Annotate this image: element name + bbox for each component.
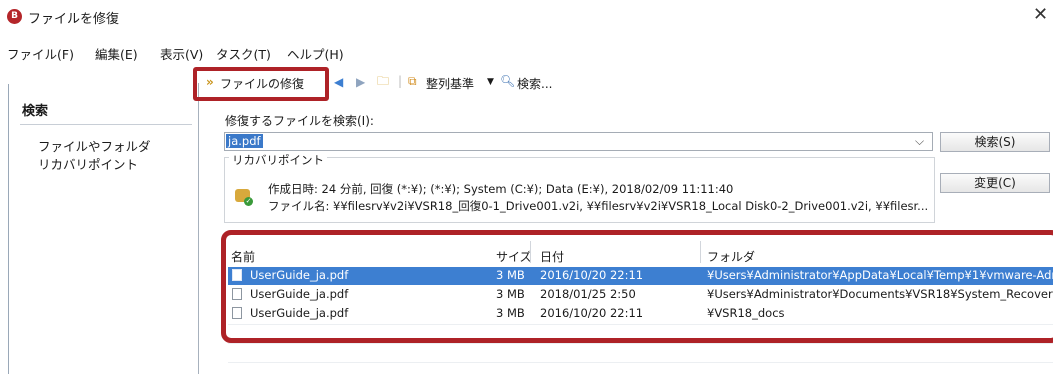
file-icon xyxy=(232,269,242,281)
table-row[interactable]: UserGuide_ja.pdf 3 MB 2016/10/20 22:11 ¥… xyxy=(228,305,1053,323)
menu-view[interactable]: 表示(V) xyxy=(160,44,203,63)
row-size: 3 MB xyxy=(496,287,525,301)
search-input[interactable] xyxy=(224,132,933,151)
menu-help[interactable]: ヘルプ(H) xyxy=(287,44,344,63)
column-header-date[interactable]: 日付 xyxy=(540,248,564,265)
row-date: 2018/01/25 2:50 xyxy=(540,287,636,301)
search-icon: 🔍︎ xyxy=(500,74,516,88)
row-size: 3 MB xyxy=(496,268,525,282)
row-folder: ¥Users¥Administrator¥Documents¥VSR18¥Sys… xyxy=(707,287,1053,301)
change-button[interactable]: 変更(C) xyxy=(940,173,1050,193)
row-divider xyxy=(228,362,1053,363)
table-row[interactable]: UserGuide_ja.pdf 3 MB 2016/10/20 22:11 ¥… xyxy=(228,267,1053,285)
row-size: 3 MB xyxy=(496,306,525,320)
sort-icon: ⧉ xyxy=(408,74,417,88)
chevron-down-icon[interactable]: ⌵ xyxy=(915,134,924,149)
row-divider xyxy=(228,324,1053,325)
title-bar xyxy=(0,0,1053,32)
row-folder: ¥VSR18_docs xyxy=(707,306,785,320)
table-row[interactable]: UserGuide_ja.pdf 3 MB 2018/01/25 2:50 ¥U… xyxy=(228,286,1053,304)
menu-file[interactable]: ファイル(F) xyxy=(7,44,74,63)
row-divider xyxy=(228,343,1053,344)
window-title: ファイルを修復 xyxy=(28,12,120,27)
row-date: 2016/10/20 22:11 xyxy=(540,268,644,282)
column-header-name[interactable]: 名前 xyxy=(231,248,255,265)
close-icon[interactable]: ✕ xyxy=(1033,4,1048,25)
check-icon: ✓ xyxy=(244,197,253,206)
column-separator xyxy=(700,241,701,263)
folder-icon[interactable]: 🗀 xyxy=(377,74,389,88)
recovery-point-title: リカバリポイント xyxy=(229,152,327,168)
recovery-point-created: 作成日時: 24 分前, 回復 (*:¥); (*:¥); System (C:… xyxy=(268,182,734,196)
row-name: UserGuide_ja.pdf xyxy=(250,287,349,301)
app-icon: B xyxy=(7,9,22,24)
row-name: UserGuide_ja.pdf xyxy=(250,306,349,320)
search-button[interactable]: 検索(S) xyxy=(940,132,1050,152)
search-input-value[interactable]: ja.pdf xyxy=(226,134,263,148)
sidebar-item-files-folders[interactable]: ファイルやフォルダ xyxy=(38,136,151,155)
sidebar-heading: 検索 xyxy=(22,104,49,119)
search-field-label: 修復するファイルを検索(I): xyxy=(225,114,374,128)
column-header-folder[interactable]: フォルダ xyxy=(707,248,755,265)
repair-files-button[interactable]: ファイルの修復 xyxy=(220,75,304,92)
toolbar-separator: | xyxy=(398,74,403,88)
repair-files-icon: » xyxy=(206,75,214,89)
sort-button[interactable]: 整列基準 xyxy=(426,75,474,92)
menu-tasks[interactable]: タスク(T) xyxy=(216,44,271,63)
row-date: 2016/10/20 22:11 xyxy=(540,306,644,320)
menu-edit[interactable]: 編集(E) xyxy=(95,44,138,63)
row-folder: ¥Users¥Administrator¥AppData¥Local¥Temp¥… xyxy=(707,268,1053,282)
sidebar xyxy=(20,83,199,374)
file-icon xyxy=(232,307,242,319)
forward-icon[interactable]: ▶ xyxy=(356,75,365,89)
sort-dropdown-icon[interactable]: ▼ xyxy=(487,75,494,89)
back-icon[interactable]: ◀ xyxy=(334,75,343,89)
window-left-border xyxy=(8,84,9,374)
column-separator xyxy=(530,241,531,263)
column-header-size[interactable]: サイズ xyxy=(496,248,532,265)
menu-bar: ファイル(F) 編集(E) 表示(V) タスク(T) ヘルプ(H) xyxy=(0,44,1053,64)
sidebar-item-recovery-point[interactable]: リカバリポイント xyxy=(38,154,138,173)
row-name: UserGuide_ja.pdf xyxy=(250,268,349,282)
toolbar-search-button[interactable]: 検索... xyxy=(517,75,552,92)
recovery-point-filename: ファイル名: ¥¥filesrv¥v2i¥VSR18_回復0-1_Drive00… xyxy=(268,199,929,213)
file-icon xyxy=(232,288,242,300)
sidebar-divider xyxy=(20,124,192,125)
